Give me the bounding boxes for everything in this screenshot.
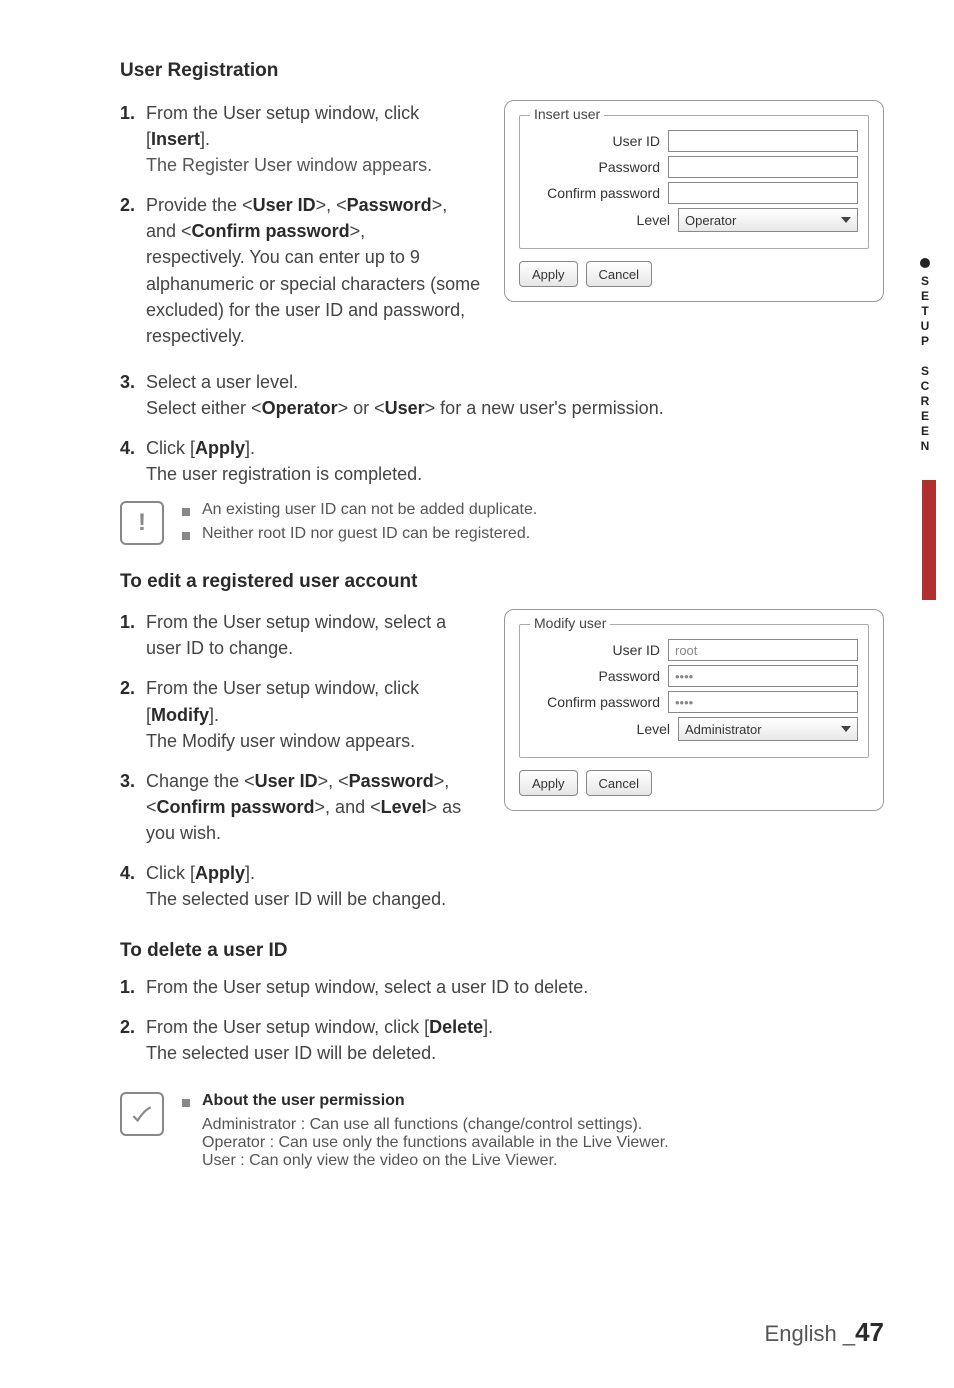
- cancel-button[interactable]: Cancel: [586, 770, 652, 796]
- note-icon: [120, 1092, 164, 1136]
- field-label: User ID: [530, 133, 668, 149]
- step-number: 4.: [120, 860, 146, 912]
- info-note: About the user permission Administrator …: [120, 1092, 884, 1170]
- note-line: An existing user ID can not be added dup…: [182, 501, 884, 519]
- section-heading: To edit a registered user account: [120, 571, 884, 593]
- section-heading: To delete a user ID: [120, 940, 884, 962]
- field-label: Password: [530, 159, 668, 175]
- fieldset-legend: Insert user: [530, 106, 604, 122]
- square-bullet-icon: [182, 508, 190, 516]
- step-number: 1.: [120, 609, 146, 661]
- field-label: Confirm password: [530, 185, 668, 201]
- list-item: 4. Click [Apply]. The selected user ID w…: [120, 860, 486, 912]
- list-item: 3. Change the <User ID>, <Password>, <Co…: [120, 768, 486, 846]
- field-label: User ID: [530, 642, 668, 658]
- field-label: Confirm password: [530, 694, 668, 710]
- square-bullet-icon: [182, 1099, 190, 1107]
- step-number: 2.: [120, 675, 146, 753]
- square-bullet-icon: [182, 532, 190, 540]
- field-label: Level: [530, 212, 678, 228]
- level-select[interactable]: Administrator: [678, 717, 858, 741]
- caution-note: ! An existing user ID can not be added d…: [120, 501, 884, 549]
- list-item: 2. Provide the <User ID>, <Password>, an…: [120, 192, 486, 349]
- step-number: 1.: [120, 100, 146, 178]
- page-footer: English _47: [765, 1317, 884, 1348]
- note-line: Neither root ID nor guest ID can be regi…: [182, 525, 884, 543]
- bullet-icon: [920, 258, 930, 268]
- note-heading-line: About the user permission: [182, 1092, 884, 1110]
- list-item: 3. Select a user level. Select either <O…: [120, 369, 884, 421]
- chevron-down-icon: [841, 217, 851, 223]
- red-accent-bar: [922, 480, 936, 600]
- list-item: 4. Click [Apply]. The user registration …: [120, 435, 884, 487]
- list-item: 2. From the User setup window, click [De…: [120, 1014, 884, 1066]
- field-label: Password: [530, 668, 668, 684]
- password-input[interactable]: [668, 665, 858, 687]
- document-page: SETUP SCREEN User Registration 1. From t…: [0, 0, 954, 1388]
- modify-user-fieldset: Modify user User ID Password Confirm pas…: [519, 624, 869, 758]
- step-number: 1.: [120, 974, 146, 1000]
- note-line: User : Can only view the video on the Li…: [202, 1152, 884, 1170]
- list-item: 2. From the User setup window, click [Mo…: [120, 675, 486, 753]
- list-item: 1. From the User setup window, select a …: [120, 974, 884, 1000]
- password-input[interactable]: [668, 156, 858, 178]
- chevron-down-icon: [841, 726, 851, 732]
- level-select[interactable]: Operator: [678, 208, 858, 232]
- cancel-button[interactable]: Cancel: [586, 261, 652, 287]
- confirm-password-input[interactable]: [668, 182, 858, 204]
- insert-user-fieldset: Insert user User ID Password Confirm pas…: [519, 115, 869, 249]
- list-item: 1. From the User setup window, click [In…: [120, 100, 486, 178]
- side-tab-label: SETUP SCREEN: [918, 274, 932, 454]
- list-item: 1. From the User setup window, select a …: [120, 609, 486, 661]
- apply-button[interactable]: Apply: [519, 261, 578, 287]
- step-number: 3.: [120, 768, 146, 846]
- step-number: 2.: [120, 192, 146, 349]
- step-number: 2.: [120, 1014, 146, 1066]
- user-id-input[interactable]: [668, 130, 858, 152]
- side-tab: SETUP SCREEN: [918, 258, 932, 454]
- confirm-password-input[interactable]: [668, 691, 858, 713]
- note-line: Operator : Can use only the functions av…: [202, 1134, 884, 1152]
- step-number: 4.: [120, 435, 146, 487]
- section-heading: User Registration: [120, 60, 884, 82]
- note-line: Administrator : Can use all functions (c…: [202, 1116, 884, 1134]
- insert-user-panel: Insert user User ID Password Confirm pas…: [504, 100, 884, 302]
- step-number: 3.: [120, 369, 146, 421]
- caution-icon: !: [120, 501, 164, 545]
- field-label: Level: [530, 721, 678, 737]
- user-id-input[interactable]: [668, 639, 858, 661]
- fieldset-legend: Modify user: [530, 615, 610, 631]
- modify-user-panel: Modify user User ID Password Confirm pas…: [504, 609, 884, 811]
- apply-button[interactable]: Apply: [519, 770, 578, 796]
